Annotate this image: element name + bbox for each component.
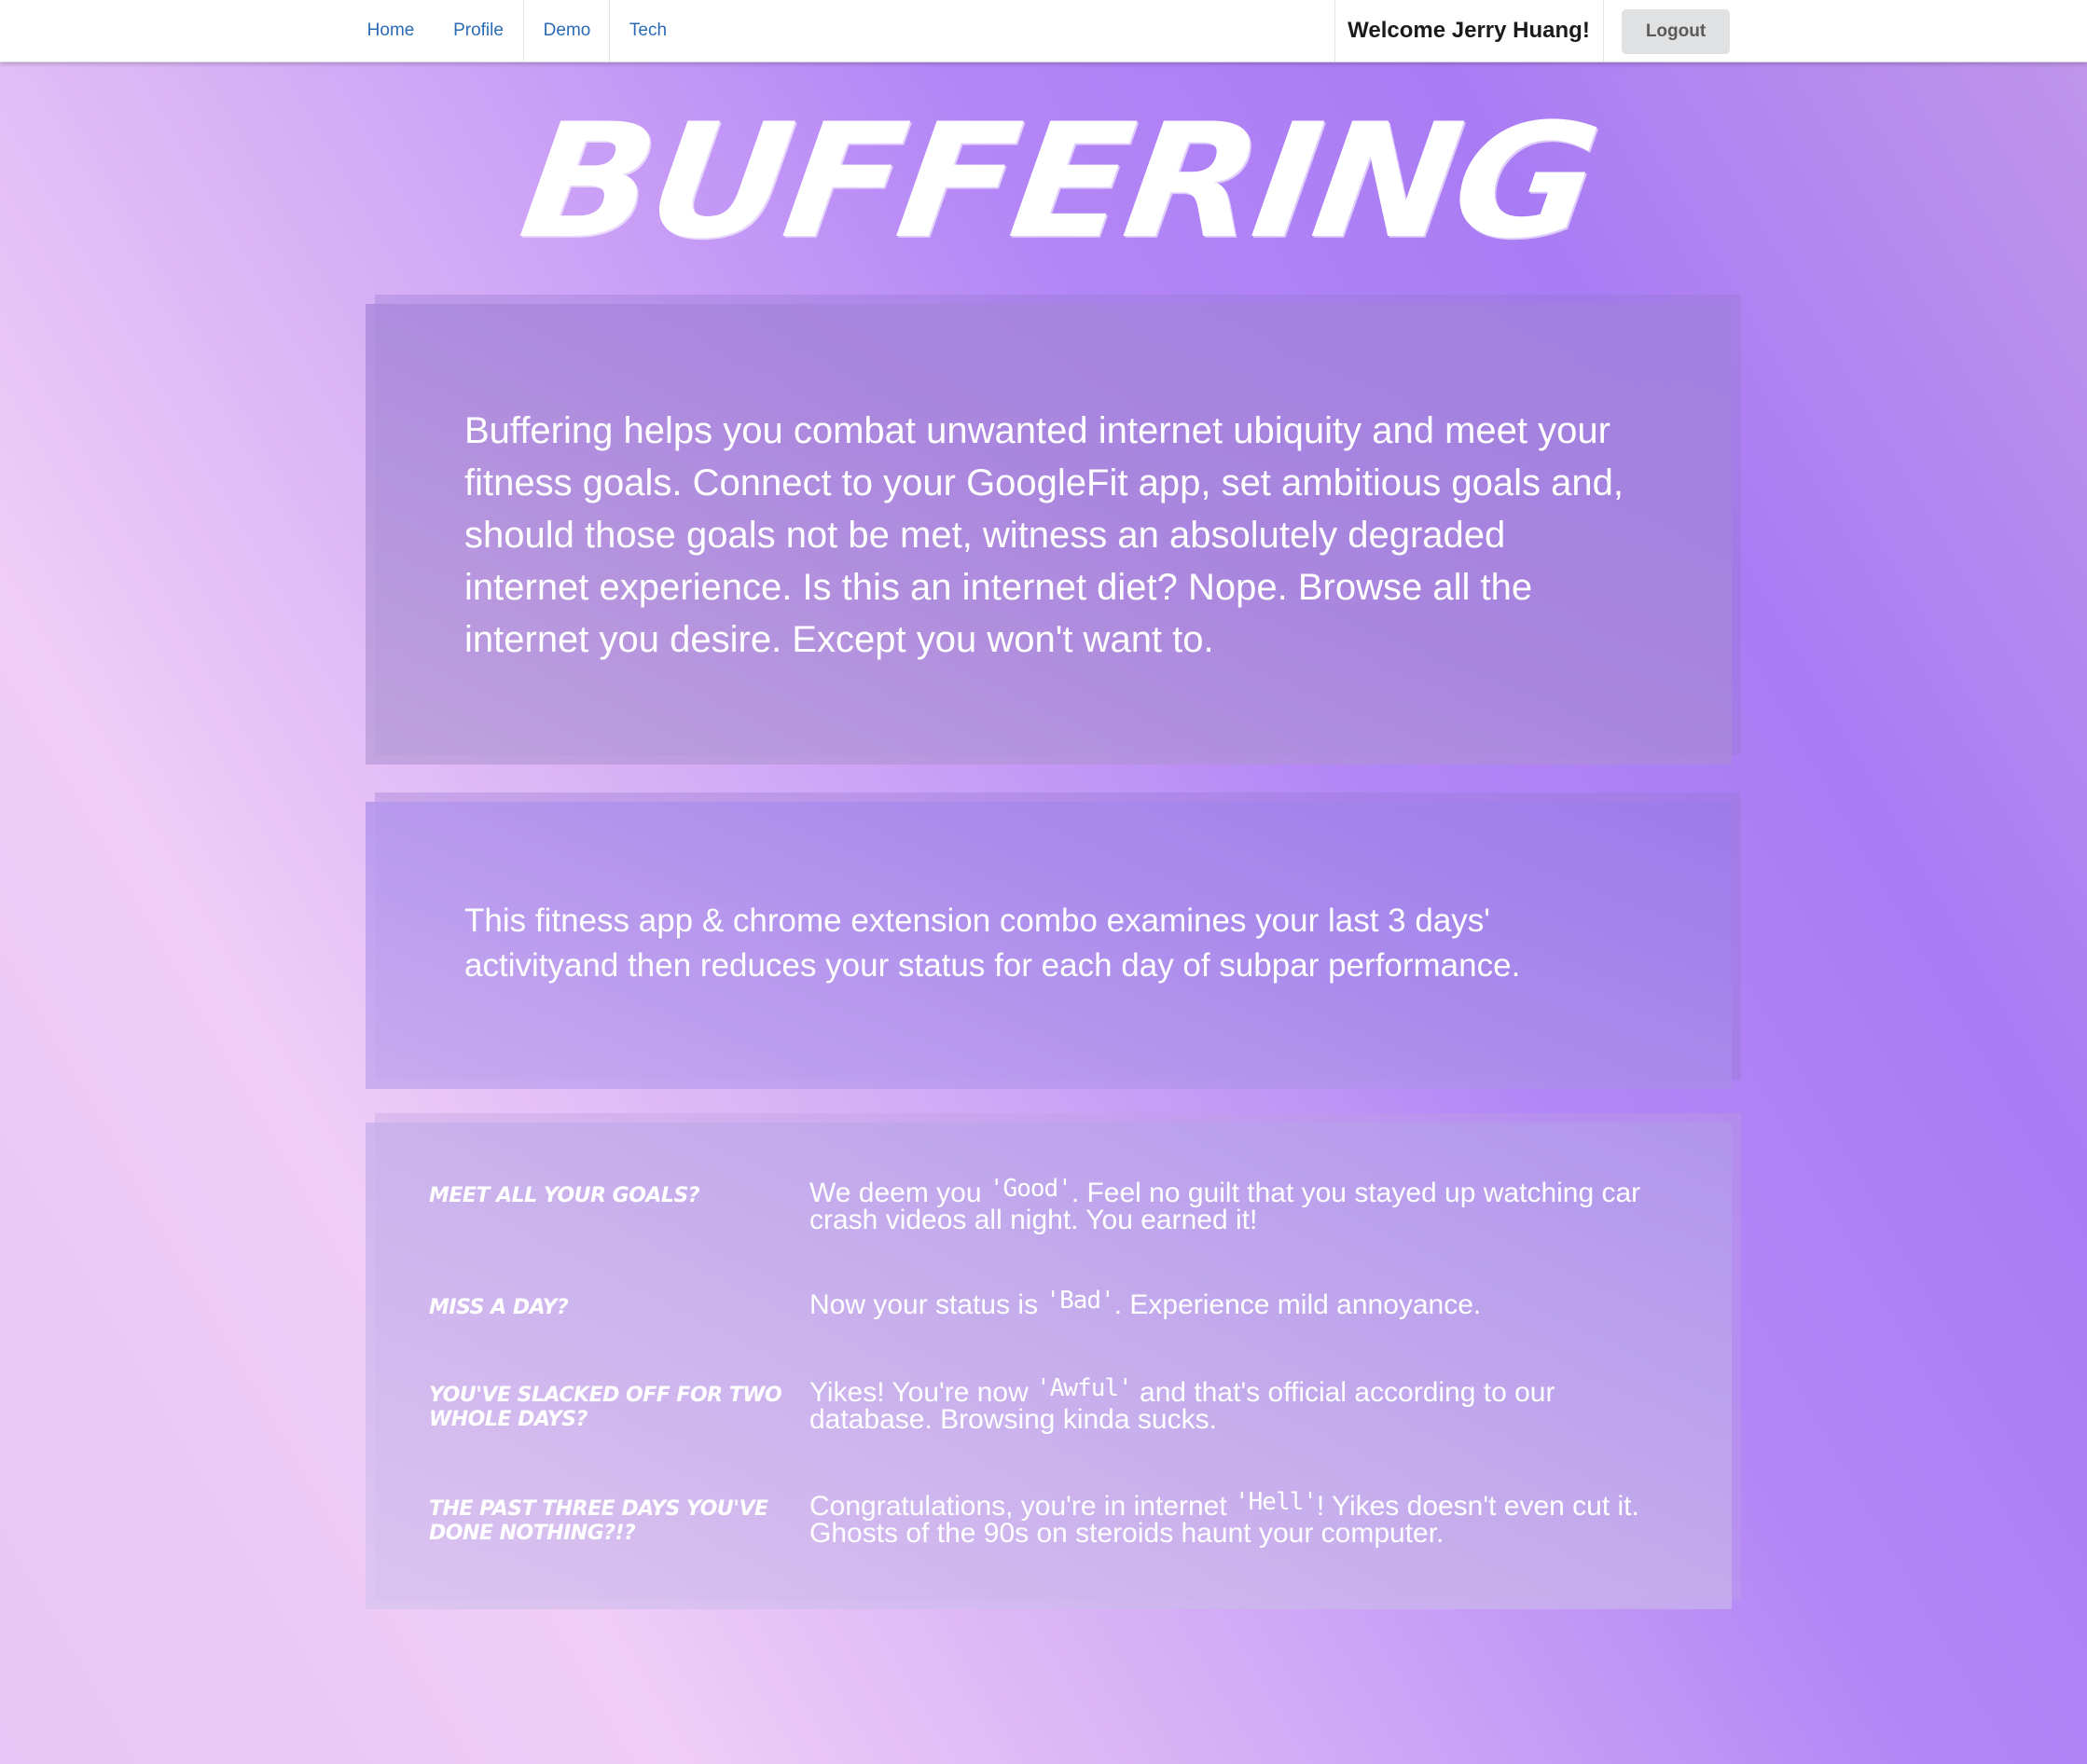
panel-body: This fitness app & chrome extension comb… (366, 802, 1732, 1089)
status-question: The past three days you've done nothing?… (429, 1497, 768, 1545)
nav-divider (523, 0, 524, 62)
nav-tech-link[interactable]: Tech (615, 0, 681, 62)
status-word-bad: 'Bad' (1045, 1287, 1114, 1315)
status-word-good: 'Good' (988, 1175, 1072, 1203)
intro-panel: Buffering helps you combat unwanted inte… (366, 295, 1741, 765)
status-question: You've slacked off for two whole days? (429, 1384, 782, 1431)
intro-text: Buffering helps you combat unwanted inte… (464, 410, 1624, 660)
status-word-awful: 'Awful' (1036, 1374, 1133, 1402)
status-description: Yikes! You're now 'Awful' and that's off… (809, 1376, 1667, 1434)
status-text-before: Now your status is (809, 1289, 1046, 1320)
top-navbar: Home Profile Demo Tech Welcome Jerry Hua… (0, 0, 2087, 62)
nav-divider (609, 0, 610, 62)
logout-button[interactable]: Logout (1622, 9, 1730, 54)
status-description: Congratulations, you're in internet 'Hel… (809, 1490, 1667, 1548)
status-question: Meet all your goals? (429, 1184, 700, 1207)
nav-home-link[interactable]: Home (353, 0, 428, 62)
status-word-hell: 'Hell' (1235, 1488, 1318, 1516)
summary-text: This fitness app & chrome extension comb… (464, 903, 1521, 984)
nav-divider (1603, 0, 1604, 62)
brand-title: BUFFERING (511, 90, 1606, 274)
panel-body: Meet all your goals? We deem you 'Good'.… (366, 1123, 1732, 1609)
status-description: Now your status is 'Bad'. Experience mil… (809, 1287, 1667, 1320)
nav-profile-link[interactable]: Profile (438, 0, 518, 62)
nav-demo-link[interactable]: Demo (530, 0, 604, 62)
status-panel: Meet all your goals? We deem you 'Good'.… (366, 1113, 1741, 1609)
panel-body: Buffering helps you combat unwanted inte… (366, 304, 1732, 765)
welcome-message: Welcome Jerry Huang! (1348, 18, 1590, 43)
status-question: Miss a day? (429, 1296, 569, 1319)
status-description: We deem you 'Good'. Feel no guilt that y… (809, 1175, 1667, 1234)
summary-panel: This fitness app & chrome extension comb… (366, 792, 1741, 1089)
status-text-after: . Experience mild annoyance. (1113, 1289, 1482, 1320)
